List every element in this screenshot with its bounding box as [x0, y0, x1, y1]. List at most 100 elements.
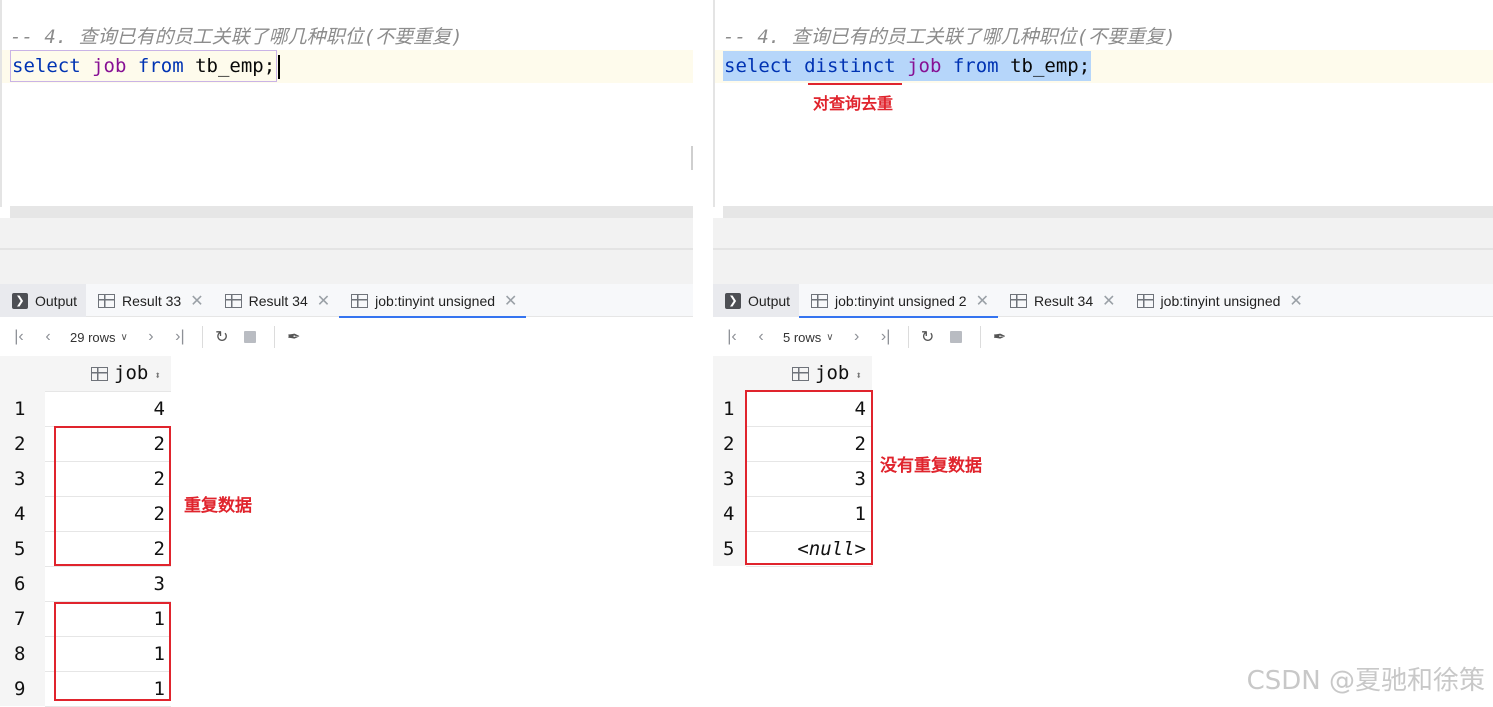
chevron-down-icon: ∨	[826, 331, 834, 343]
toolbar-separator	[201, 326, 203, 348]
toolbar-separator	[979, 326, 981, 348]
editor-horizontal-scrollbar[interactable]	[10, 206, 693, 218]
row-number: 2	[0, 426, 45, 461]
divider-line	[713, 248, 1493, 250]
tab-label: Output	[748, 292, 791, 309]
refresh-icon[interactable]: ↻	[215, 327, 229, 347]
cell-job[interactable]: 3	[45, 566, 171, 602]
result-tabbar: ❯ Output job:tinyint unsigned 2 ✕ Result…	[713, 284, 1493, 318]
column-header-job[interactable]: job ⬍	[45, 356, 171, 392]
editor-horizontal-scrollbar[interactable]	[723, 206, 1493, 218]
tab-label: Result 33	[122, 292, 182, 309]
sql-statement[interactable]: select distinct job from tb_emp;	[715, 50, 1493, 83]
last-page-icon[interactable]: ›|	[173, 328, 187, 346]
rows-count-dropdown[interactable]: 29 rows ∨	[70, 330, 128, 345]
tab-result-34[interactable]: Result 34 ✕	[998, 284, 1125, 317]
stop-icon[interactable]	[949, 331, 962, 343]
selected-text: select distinct job from tb_emp;	[723, 51, 1092, 81]
row-number: 9	[0, 671, 45, 706]
pane-divider[interactable]	[0, 218, 693, 284]
table-grid-icon	[1136, 293, 1154, 308]
text-caret	[278, 54, 281, 79]
table-row[interactable]: 63	[0, 566, 171, 602]
tab-label: job:tinyint unsigned	[1160, 292, 1281, 309]
close-icon[interactable]: ✕	[504, 291, 517, 311]
pane-divider[interactable]	[713, 218, 1493, 284]
tab-output[interactable]: ❯ Output	[0, 284, 87, 317]
sql-statement[interactable]: select job from tb_emp;	[2, 50, 693, 83]
pin-icon[interactable]: ✒	[993, 327, 1007, 347]
toolbar-separator	[907, 326, 909, 348]
watermark: CSDN @夏驰和徐策	[1246, 666, 1485, 696]
row-number: 4	[0, 496, 45, 531]
column-icon	[792, 366, 810, 381]
row-number: 1	[713, 391, 746, 426]
sort-icon[interactable]: ⬍	[154, 369, 161, 382]
tab-job-tinyint[interactable]: job:tinyint unsigned ✕	[1125, 284, 1312, 317]
duplicate-highlight-box	[54, 602, 171, 701]
row-number-header	[0, 356, 45, 391]
chevron-down-icon: ∨	[120, 331, 128, 343]
sql-editor[interactable]: -- 4. 查询已有的员工关联了哪几种职位(不要重复) select disti…	[713, 0, 1493, 207]
tab-result-33[interactable]: Result 33 ✕	[86, 284, 213, 317]
prev-page-icon[interactable]: ‹	[41, 328, 55, 346]
row-number: 4	[713, 496, 746, 531]
duplicate-highlight-box	[54, 426, 171, 566]
kw-distinct: distinct	[804, 55, 896, 77]
no-duplicate-annotation: 没有重复数据	[880, 456, 982, 476]
kw-select: select	[12, 55, 81, 77]
header-row: job ⬍	[0, 356, 171, 392]
table-grid-icon	[811, 293, 829, 308]
cell-job[interactable]: 4	[45, 391, 171, 427]
tab-job-tinyint-2[interactable]: job:tinyint unsigned 2 ✕	[799, 284, 998, 318]
statement-highlight: select job from tb_emp;	[10, 50, 278, 82]
kw-from: from	[952, 55, 999, 77]
semicolon: ;	[263, 55, 276, 77]
header-row: job ⬍	[713, 356, 872, 392]
sql-comment: -- 4. 查询已有的员工关联了哪几种职位(不要重复)	[10, 26, 463, 48]
row-number-header	[713, 356, 746, 391]
prev-page-icon[interactable]: ‹	[754, 328, 768, 346]
sql-editor[interactable]: -- 4. 查询已有的员工关联了哪几种职位(不要重复) select job f…	[0, 0, 693, 207]
output-icon: ❯	[725, 292, 741, 309]
row-number: 3	[713, 461, 746, 496]
close-icon[interactable]: ✕	[1102, 291, 1115, 311]
table-grid-icon	[351, 293, 369, 308]
sort-icon[interactable]: ⬍	[855, 369, 862, 382]
close-icon[interactable]: ✕	[976, 291, 989, 311]
refresh-icon[interactable]: ↻	[921, 327, 935, 347]
tab-job-tinyint[interactable]: job:tinyint unsigned ✕	[339, 284, 527, 318]
next-page-icon[interactable]: ›	[850, 328, 864, 346]
table-name: tb_emp	[1010, 55, 1079, 77]
result-toolbar: |‹ ‹ 5 rows ∨ › ›| ↻ ✒	[713, 318, 1493, 356]
pin-icon[interactable]: ✒	[287, 327, 301, 347]
result-toolbar: |‹ ‹ 29 rows ∨ › ›| ↻ ✒	[0, 318, 693, 356]
close-icon[interactable]: ✕	[1289, 291, 1302, 311]
rows-count-dropdown[interactable]: 5 rows ∨	[783, 330, 834, 345]
right-pane: -- 4. 查询已有的员工关联了哪几种职位(不要重复) select disti…	[713, 0, 1493, 707]
tab-label: Output	[35, 292, 78, 309]
divider-line	[0, 248, 693, 250]
distinct-annotation: 对查询去重	[813, 94, 894, 113]
column-icon	[91, 366, 109, 381]
first-page-icon[interactable]: |‹	[12, 328, 26, 346]
table-grid-icon	[98, 293, 116, 308]
tab-label: job:tinyint unsigned	[375, 292, 496, 309]
close-icon[interactable]: ✕	[190, 291, 203, 311]
row-number: 2	[713, 426, 746, 461]
column-header-job[interactable]: job ⬍	[746, 356, 872, 392]
tab-output[interactable]: ❯ Output	[713, 284, 800, 317]
column-header-label: job	[815, 362, 850, 385]
first-page-icon[interactable]: |‹	[725, 328, 739, 346]
last-page-icon[interactable]: ›|	[879, 328, 893, 346]
close-icon[interactable]: ✕	[317, 291, 330, 311]
pane-gap	[693, 0, 713, 707]
kw-from: from	[137, 55, 184, 77]
tab-result-34[interactable]: Result 34 ✕	[213, 284, 340, 317]
row-number: 6	[0, 566, 45, 601]
output-icon: ❯	[12, 292, 28, 309]
stop-icon[interactable]	[243, 331, 256, 343]
next-page-icon[interactable]: ›	[144, 328, 158, 346]
table-row[interactable]: 14	[0, 391, 171, 427]
distinct-result-box	[745, 390, 873, 565]
